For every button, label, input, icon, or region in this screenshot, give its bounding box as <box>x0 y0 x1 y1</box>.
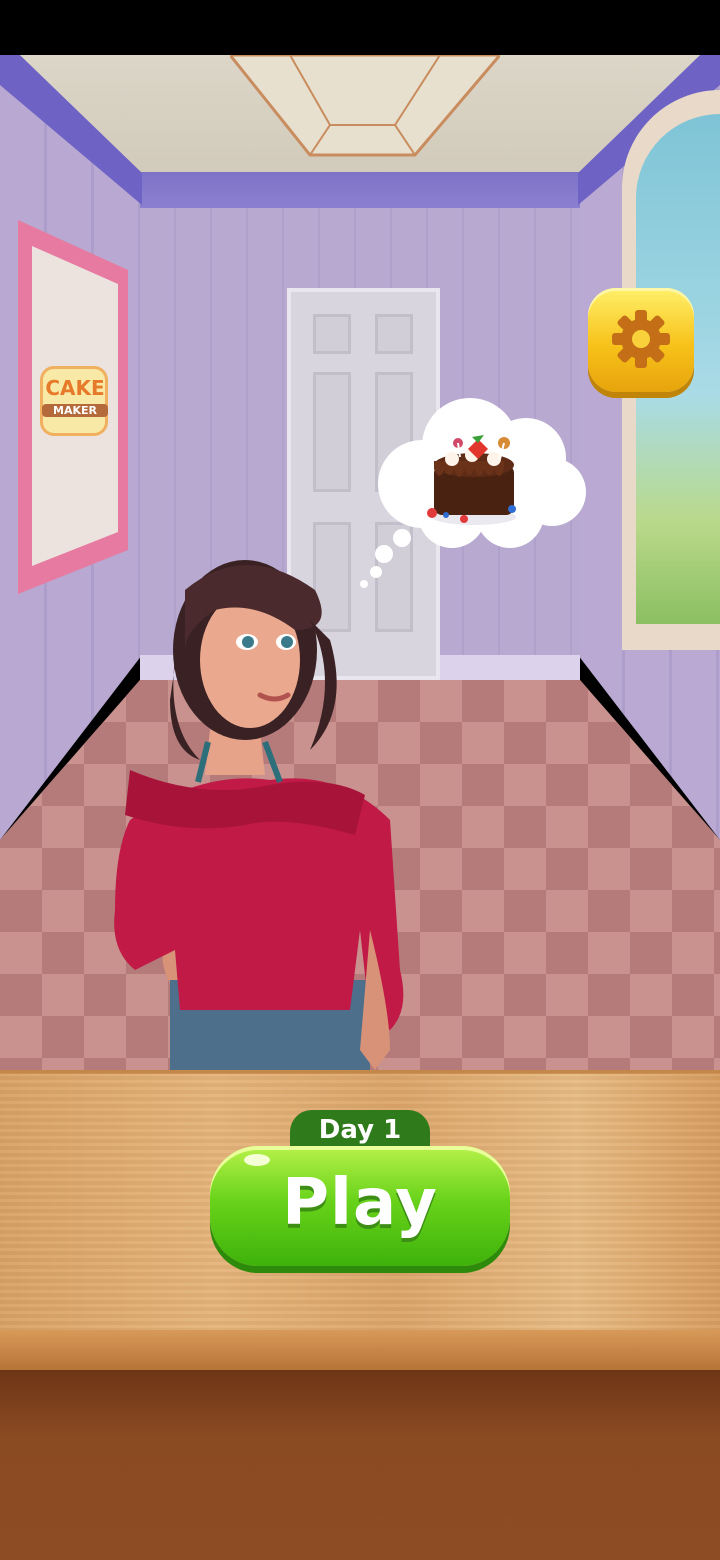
ceiling-light-icon <box>230 55 500 157</box>
logo-line2: MAKER <box>42 404 108 417</box>
gear-icon <box>612 310 670 368</box>
settings-button[interactable] <box>588 288 694 392</box>
counter-front <box>0 1370 720 1560</box>
crown-molding <box>140 172 580 208</box>
baker-character-icon <box>114 560 404 1075</box>
cake-maker-logo: CAKE MAKER <box>40 358 110 438</box>
play-shine <box>244 1154 270 1166</box>
play-label: Play <box>282 1166 438 1240</box>
counter-edge <box>0 1330 720 1370</box>
status-bar <box>0 0 720 55</box>
cake-icon <box>427 435 516 525</box>
game-scene: CAKE MAKER Day 1 Play <box>0 0 720 1560</box>
play-button[interactable]: Play <box>210 1146 510 1266</box>
logo-line1: CAKE <box>45 376 105 400</box>
